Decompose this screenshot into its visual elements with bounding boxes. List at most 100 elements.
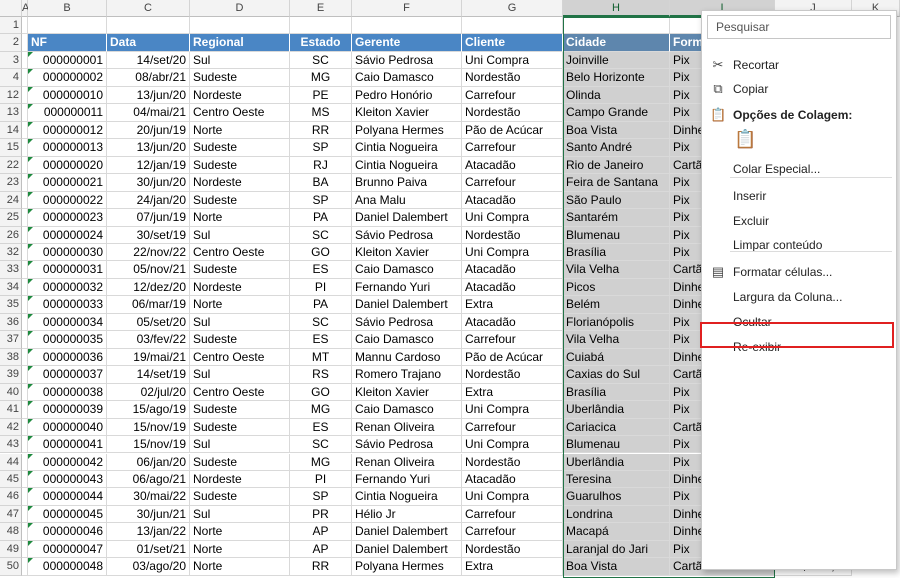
cell[interactable]: Olinda [563,86,670,105]
cell[interactable] [352,17,462,35]
row-header[interactable]: 14 [0,121,22,140]
cell[interactable]: Caio Damasco [352,69,462,87]
cell[interactable]: Campo Grande [563,104,670,122]
cell[interactable]: 000000011 [28,104,107,122]
cell[interactable]: 000000041 [28,436,107,454]
cell[interactable]: Santarém [563,209,670,227]
row-header[interactable]: 23 [0,174,22,192]
cell[interactable]: 05/nov/21 [107,261,190,279]
cell[interactable]: 000000022 [28,191,107,210]
cell[interactable]: 14/set/20 [107,51,190,70]
cell[interactable]: PA [290,296,352,314]
menu-item-column-width[interactable]: Largura da Coluna... [702,286,896,308]
cell[interactable]: Kleiton Xavier [352,104,462,122]
row-header[interactable]: 2 [0,34,22,52]
header-cell[interactable]: Data [107,34,190,52]
cell[interactable]: Sul [190,51,290,70]
cell[interactable]: 000000048 [28,558,107,576]
row-header[interactable]: 39 [0,366,22,384]
row-header[interactable]: 42 [0,418,22,437]
column-header-c[interactable]: C [107,0,190,17]
cell[interactable]: Boa Vista [563,558,670,576]
cell[interactable]: Vila Velha [563,331,670,349]
cell[interactable]: MG [290,401,352,419]
cell[interactable]: Sávio Pedrosa [352,313,462,332]
cell[interactable]: RJ [290,156,352,175]
cell[interactable]: Carrefour [462,418,563,437]
column-header-g[interactable]: G [462,0,563,17]
cell[interactable]: Nordeste [190,278,290,297]
cell[interactable]: Carrefour [462,505,563,524]
cell[interactable]: 000000021 [28,174,107,192]
column-header-h[interactable]: H [563,0,670,17]
cell[interactable]: 30/mai/22 [107,488,190,506]
cell[interactable]: Blumenau [563,436,670,454]
cell[interactable]: Uni Compra [462,401,563,419]
cell[interactable]: Nordestão [462,69,563,87]
cell[interactable]: Rio de Janeiro [563,156,670,175]
row-header[interactable]: 15 [0,139,22,157]
cell[interactable]: 05/set/20 [107,313,190,332]
cell[interactable]: Uberlândia [563,401,670,419]
cell[interactable]: 000000040 [28,418,107,437]
cell[interactable]: Florianópolis [563,313,670,332]
row-header[interactable]: 48 [0,523,22,541]
cell[interactable]: Nordeste [190,470,290,489]
header-cell[interactable]: Gerente [352,34,462,52]
cell[interactable]: Sul [190,313,290,332]
cell[interactable]: Carrefour [462,139,563,157]
cell[interactable]: Fernando Yuri [352,278,462,297]
cell[interactable]: 000000002 [28,69,107,87]
cell[interactable]: Polyana Hermes [352,558,462,576]
cell[interactable]: 000000038 [28,383,107,402]
cell[interactable]: Centro Oeste [190,383,290,402]
menu-item-cut[interactable]: ✂ Recortar [702,54,896,76]
cell[interactable]: Pão de Acúcar [462,348,563,367]
cell[interactable]: 000000001 [28,51,107,70]
cell[interactable]: Sudeste [190,139,290,157]
menu-search-input[interactable] [707,15,891,39]
cell[interactable]: Daniel Dalembert [352,540,462,559]
header-cell[interactable]: Regional [190,34,290,52]
cell[interactable]: 000000013 [28,139,107,157]
cell[interactable]: ES [290,331,352,349]
menu-item-format-cells[interactable]: ▤ Formatar células... [702,261,896,283]
cell[interactable]: Carrefour [462,174,563,192]
cell[interactable]: 15/nov/19 [107,436,190,454]
cell[interactable]: Sudeste [190,191,290,210]
row-header[interactable]: 35 [0,296,22,314]
cell[interactable]: Ana Malu [352,191,462,210]
row-header[interactable]: 4 [0,69,22,87]
cell[interactable]: Cariacica [563,418,670,437]
cell[interactable]: Norte [190,121,290,140]
cell[interactable]: 13/jan/22 [107,523,190,541]
cell[interactable]: Brunno Paiva [352,174,462,192]
cell[interactable]: Renan Oliveira [352,418,462,437]
cell[interactable]: 08/abr/21 [107,69,190,87]
cell[interactable]: Daniel Dalembert [352,296,462,314]
cell[interactable]: 000000012 [28,121,107,140]
cell[interactable]: Sudeste [190,331,290,349]
cell[interactable]: 000000042 [28,453,107,471]
cell[interactable]: 000000023 [28,209,107,227]
row-header[interactable]: 40 [0,383,22,402]
cell[interactable]: Guarulhos [563,488,670,506]
cell[interactable]: 000000031 [28,261,107,279]
cell[interactable]: Nordestão [462,366,563,384]
header-cell[interactable]: Cidade [563,34,670,52]
header-cell[interactable]: NF [28,34,107,52]
row-header[interactable]: 32 [0,243,22,262]
cell[interactable] [462,17,563,35]
cell[interactable]: Carrefour [462,523,563,541]
cell[interactable]: Pedro Honório [352,86,462,105]
cell[interactable]: Centro Oeste [190,104,290,122]
cell[interactable]: 000000030 [28,243,107,262]
cell[interactable]: PA [290,209,352,227]
row-header[interactable]: 22 [0,156,22,175]
cell[interactable]: PI [290,278,352,297]
cell[interactable]: Vila Velha [563,261,670,279]
cell[interactable]: 30/set/19 [107,226,190,244]
cell[interactable]: 06/jan/20 [107,453,190,471]
cell[interactable]: SC [290,436,352,454]
cell[interactable]: RS [290,366,352,384]
